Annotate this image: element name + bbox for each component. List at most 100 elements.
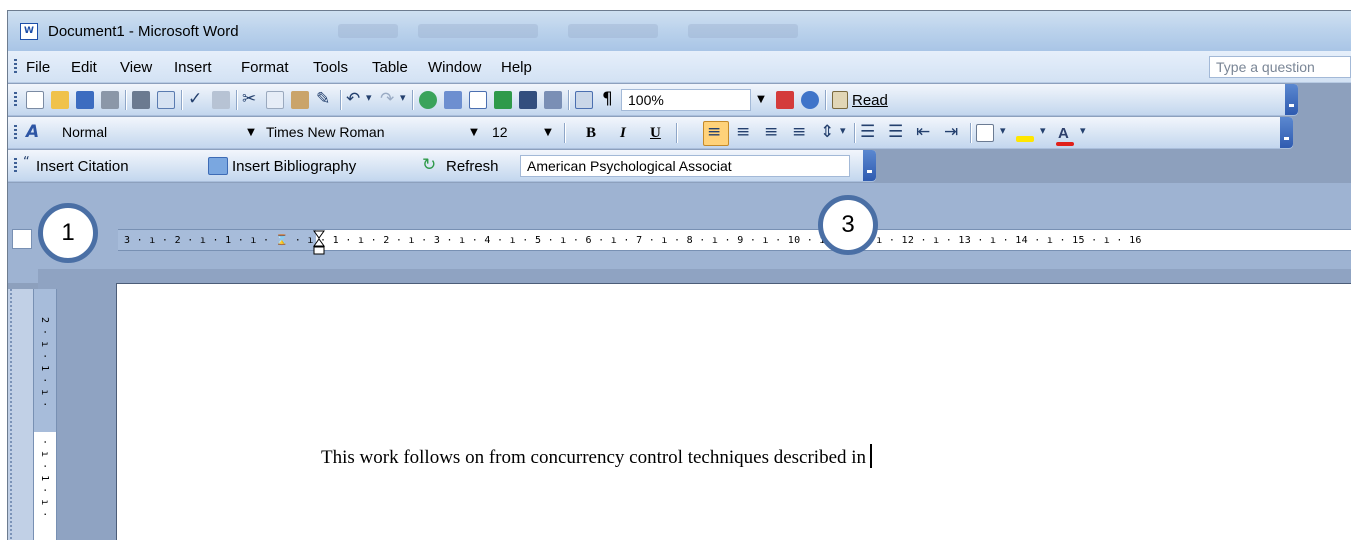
style-dropdown-icon[interactable]: ▼ [243, 123, 259, 143]
background-blur [418, 24, 538, 38]
show-hide-marks-icon[interactable]: ¶ [602, 89, 613, 109]
insert-bibliography-button[interactable]: Insert Bibliography [232, 158, 356, 175]
font-size-dropdown-icon[interactable]: ▼ [540, 123, 556, 143]
ask-question-input[interactable]: Type a question [1209, 56, 1351, 78]
styles-formatting-icon[interactable]: A [26, 122, 39, 142]
word-app-icon[interactable]: W [20, 23, 38, 40]
menu-edit[interactable]: Edit [71, 59, 97, 76]
toolbar-separator [854, 123, 855, 143]
insert-table-icon[interactable] [469, 91, 487, 109]
vertical-ruler-ticks: · ı · 1 · ı · [39, 439, 50, 518]
undo-icon[interactable]: ↶ [346, 89, 360, 109]
indent-marker-icon[interactable] [313, 230, 325, 256]
toolbar-options-icon[interactable] [1280, 117, 1293, 148]
cut-icon[interactable]: ✂ [242, 89, 256, 109]
menu-help[interactable]: Help [501, 59, 532, 76]
italic-button[interactable]: I [620, 125, 626, 142]
numbering-icon[interactable]: ☰ [860, 122, 875, 142]
bullets-icon[interactable]: ☰ [888, 122, 903, 142]
columns-icon[interactable] [519, 91, 537, 109]
new-document-icon[interactable] [26, 91, 44, 109]
insert-citation-button[interactable]: Insert Citation [36, 158, 129, 175]
formatting-toolbar: A Normal ▼ Times New Roman ▼ 12 ▼ B I U … [8, 117, 1293, 149]
drawing-icon[interactable] [544, 91, 562, 109]
font-select[interactable]: Times New Roman [260, 122, 420, 144]
font-dropdown-icon[interactable]: ▼ [466, 123, 482, 143]
menu-table[interactable]: Table [372, 59, 408, 76]
read-mode-icon[interactable] [832, 91, 848, 109]
save-icon[interactable] [76, 91, 94, 109]
font-color-button[interactable]: A [1058, 125, 1069, 142]
citation-style-select[interactable]: American Psychological Associat [520, 155, 850, 177]
redo-dropdown-icon[interactable]: ▾ [400, 91, 406, 104]
menubar-grip[interactable] [14, 59, 17, 75]
font-size-select[interactable]: 12 [486, 122, 546, 144]
menu-insert[interactable]: Insert [174, 59, 212, 76]
menu-window[interactable]: Window [428, 59, 481, 76]
title-bar[interactable]: W Document1 - Microsoft Word [8, 11, 1351, 51]
open-folder-icon[interactable] [51, 91, 69, 109]
menu-format[interactable]: Format [241, 59, 289, 76]
undo-dropdown-icon[interactable]: ▾ [366, 91, 372, 104]
refresh-button[interactable]: Refresh [446, 158, 499, 175]
bold-button[interactable]: B [586, 125, 596, 142]
highlight-icon[interactable] [1016, 136, 1034, 142]
format-painter-icon[interactable]: ✎ [316, 89, 330, 109]
copy-icon[interactable] [266, 91, 284, 109]
line-spacing-icon[interactable]: ⇕ [820, 122, 834, 142]
spelling-icon[interactable]: ✓ [188, 89, 202, 109]
style-select[interactable]: Normal [56, 122, 196, 144]
research-icon[interactable] [212, 91, 230, 109]
align-center-icon[interactable]: ≡ [736, 122, 750, 142]
borders-dropdown-icon[interactable]: ▾ [1000, 124, 1006, 137]
insert-excel-icon[interactable] [494, 91, 512, 109]
decrease-indent-icon[interactable]: ⇤ [916, 122, 930, 142]
read-button[interactable]: Read [852, 92, 888, 109]
line-spacing-dropdown-icon[interactable]: ▾ [840, 124, 846, 137]
hyperlink-icon[interactable] [419, 91, 437, 109]
window-title: Document1 - Microsoft Word [48, 23, 239, 40]
left-gutter [8, 289, 33, 540]
help-icon[interactable] [801, 91, 819, 109]
toolbar-grip[interactable] [14, 92, 17, 108]
vertical-ruler[interactable]: 2 · ı · 1 · ı · · ı · 1 · ı · [33, 289, 57, 540]
tab-selector[interactable] [12, 229, 32, 249]
menu-view[interactable]: View [120, 59, 152, 76]
horizontal-ruler[interactable]: 3 · ı · 2 · ı · 1 · ı · ⌛ · ı · 1 · ı · … [118, 229, 1351, 251]
toolbar-separator [181, 90, 182, 110]
align-right-icon[interactable]: ≡ [764, 122, 778, 142]
toolbar-options-icon[interactable] [863, 150, 876, 181]
document-text[interactable]: This work follows on from concurrency co… [321, 444, 873, 469]
background-blur [688, 24, 798, 38]
font-color-dropdown-icon[interactable]: ▾ [1080, 124, 1086, 137]
zoom-select[interactable]: 100% [621, 89, 751, 111]
toolbar-grip[interactable] [14, 125, 17, 141]
redo-icon[interactable]: ↷ [380, 89, 394, 109]
background-blur [338, 24, 398, 38]
justify-icon[interactable]: ≡ [792, 122, 806, 142]
zoom-dropdown-icon[interactable]: ▼ [753, 90, 769, 110]
document-page[interactable]: This work follows on from concurrency co… [116, 283, 1351, 540]
print-icon[interactable] [132, 91, 150, 109]
toolbar-separator [825, 90, 826, 110]
increase-indent-icon[interactable]: ⇥ [944, 122, 958, 142]
borders-icon[interactable] [976, 124, 994, 142]
toolbar-separator [676, 123, 677, 143]
align-left-icon: ≡ [707, 122, 722, 142]
callout-3: 3 [818, 195, 878, 255]
paste-icon[interactable] [291, 91, 309, 109]
word-window: W Document1 - Microsoft Word File Edit V… [7, 10, 1351, 540]
toolbar-separator [970, 123, 971, 143]
menu-file[interactable]: File [26, 59, 50, 76]
toolbar-options-icon[interactable] [1285, 84, 1298, 115]
menu-tools[interactable]: Tools [313, 59, 348, 76]
toolbar-grip[interactable] [14, 158, 17, 174]
standard-toolbar: ✓ ✂ ✎ ↶ ▾ ↷ ▾ ¶ 100% ▼ Read [8, 84, 1298, 116]
permission-icon[interactable] [101, 91, 119, 109]
document-map-icon[interactable] [575, 91, 593, 109]
print-preview-icon[interactable] [157, 91, 175, 109]
underline-button[interactable]: U [650, 125, 661, 142]
macro-icon[interactable] [776, 91, 794, 109]
tables-borders-icon[interactable] [444, 91, 462, 109]
highlight-dropdown-icon[interactable]: ▾ [1040, 124, 1046, 137]
